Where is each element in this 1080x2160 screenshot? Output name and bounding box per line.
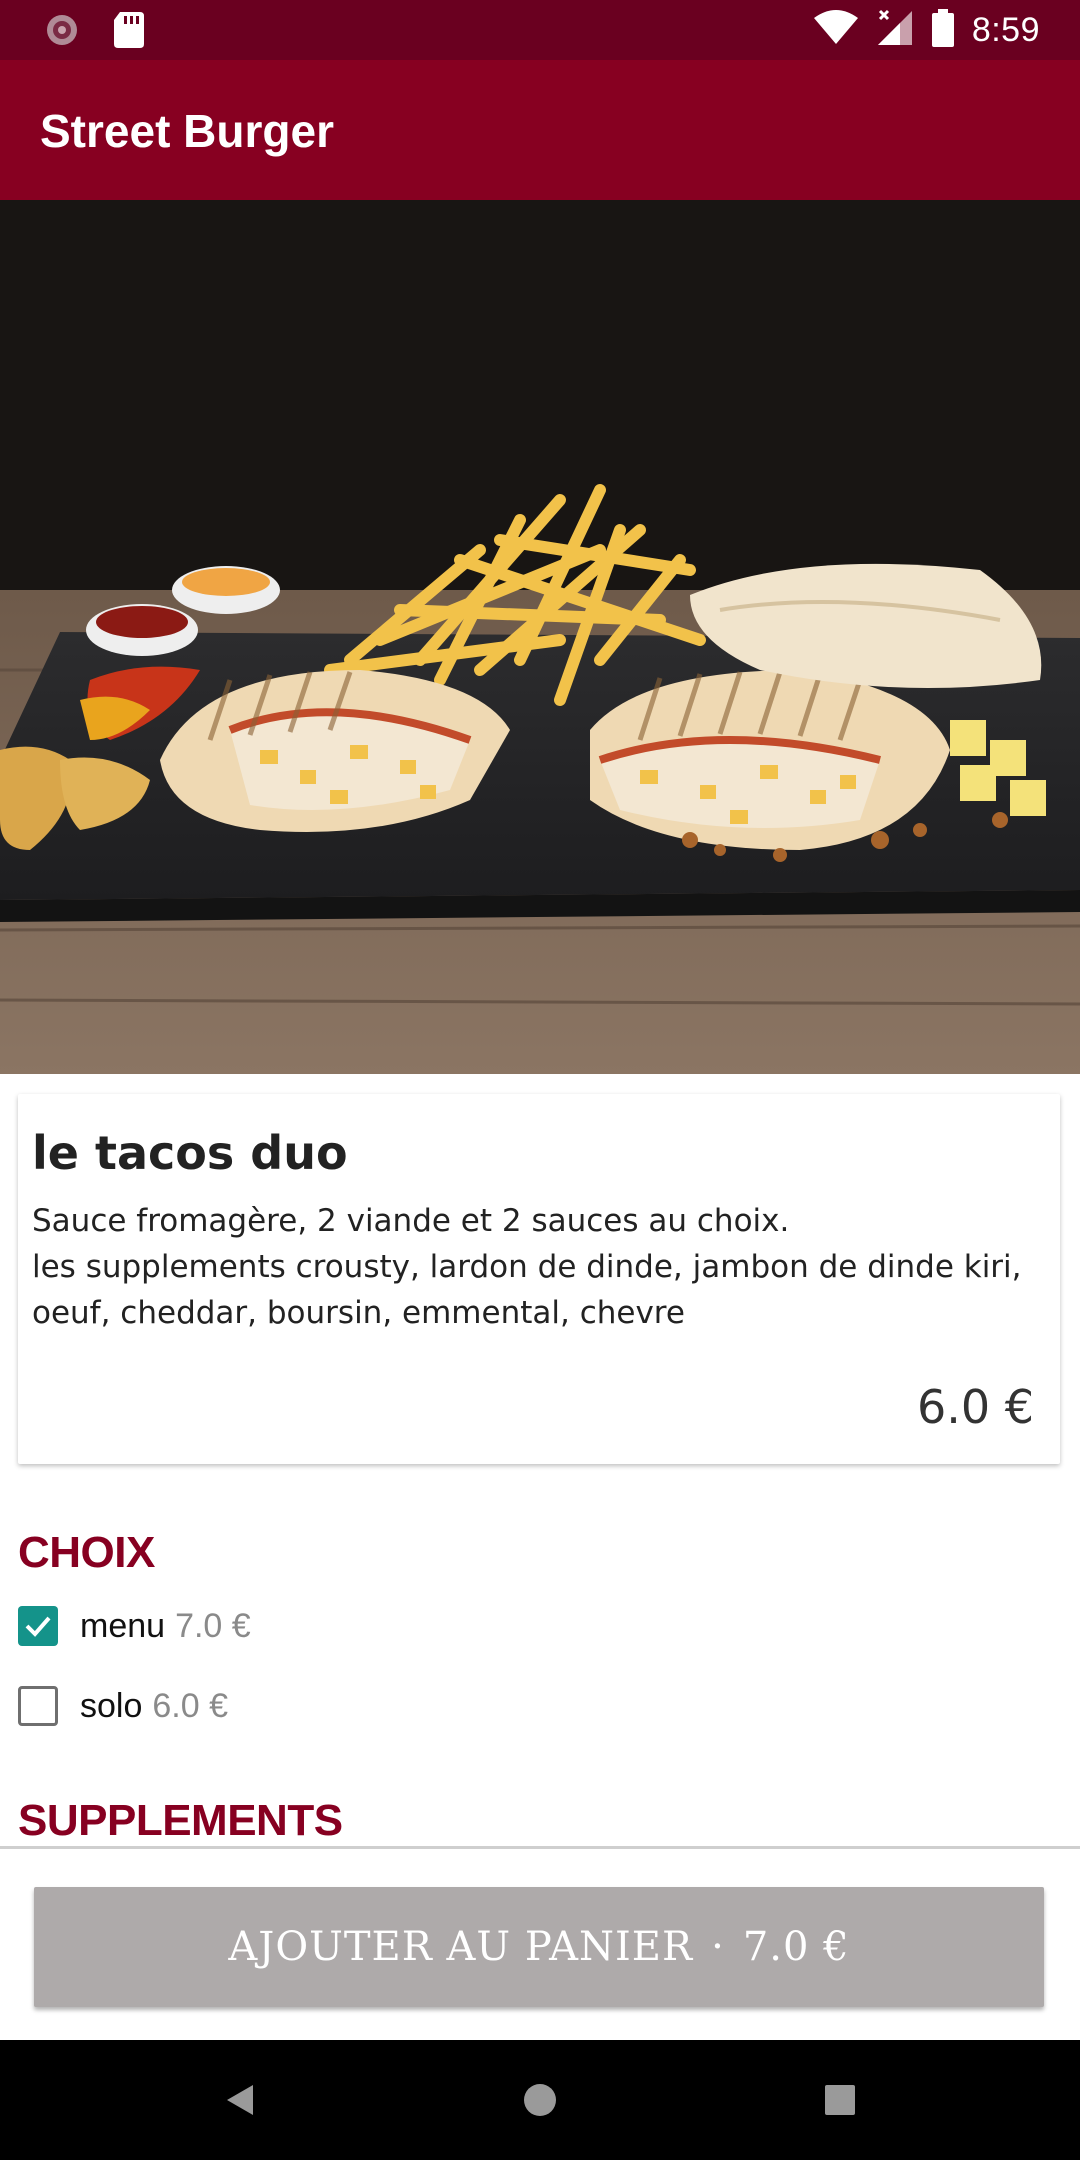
product-description: Sauce fromagère, 2 viande et 2 sauces au… xyxy=(32,1203,1022,1331)
option-price: 6.0 € xyxy=(152,1686,228,1725)
product-card: le tacos duo Sauce fromagère, 2 viande e… xyxy=(18,1094,1060,1464)
option-label: solo xyxy=(80,1686,143,1725)
back-icon[interactable] xyxy=(180,2040,300,2160)
home-icon[interactable] xyxy=(480,2040,600,2160)
option-price: 7.0 € xyxy=(175,1606,251,1645)
section-title-choix: CHOIX xyxy=(18,1528,155,1577)
option-menu[interactable]: menu 7.0 € xyxy=(18,1602,251,1650)
wifi-icon xyxy=(813,10,858,50)
app-title: Street Burger xyxy=(40,105,334,157)
recents-icon[interactable] xyxy=(780,2040,900,2160)
option-label: menu xyxy=(80,1606,166,1645)
checkbox-checked-icon[interactable] xyxy=(18,1606,58,1646)
notification-icon xyxy=(44,12,80,52)
sd-card-icon xyxy=(114,12,144,52)
product-name: le tacos duo xyxy=(32,1126,348,1180)
product-image xyxy=(0,200,1080,1074)
battery-icon xyxy=(931,9,954,51)
option-solo[interactable]: solo 6.0 € xyxy=(18,1682,228,1730)
bottom-panel: AJOUTER AU PANIER · 7.0 € xyxy=(0,1846,1080,2043)
navigation-bar xyxy=(0,2040,1080,2160)
product-price: 6.0 € xyxy=(916,1380,1034,1434)
checkbox-unchecked-icon[interactable] xyxy=(18,1686,58,1726)
status-bar: 8:59 xyxy=(0,0,1080,60)
section-title-supplements: SUPPLEMENTS xyxy=(18,1796,343,1845)
status-time: 8:59 xyxy=(971,10,1040,49)
add-to-cart-button[interactable]: AJOUTER AU PANIER · 7.0 € xyxy=(34,1887,1044,2007)
add-to-cart-label: AJOUTER AU PANIER xyxy=(228,1924,694,1970)
separator: · xyxy=(711,1924,725,1970)
cell-signal-icon xyxy=(876,9,914,51)
app-bar: Street Burger xyxy=(0,60,1080,200)
cart-total: 7.0 € xyxy=(742,1924,850,1970)
